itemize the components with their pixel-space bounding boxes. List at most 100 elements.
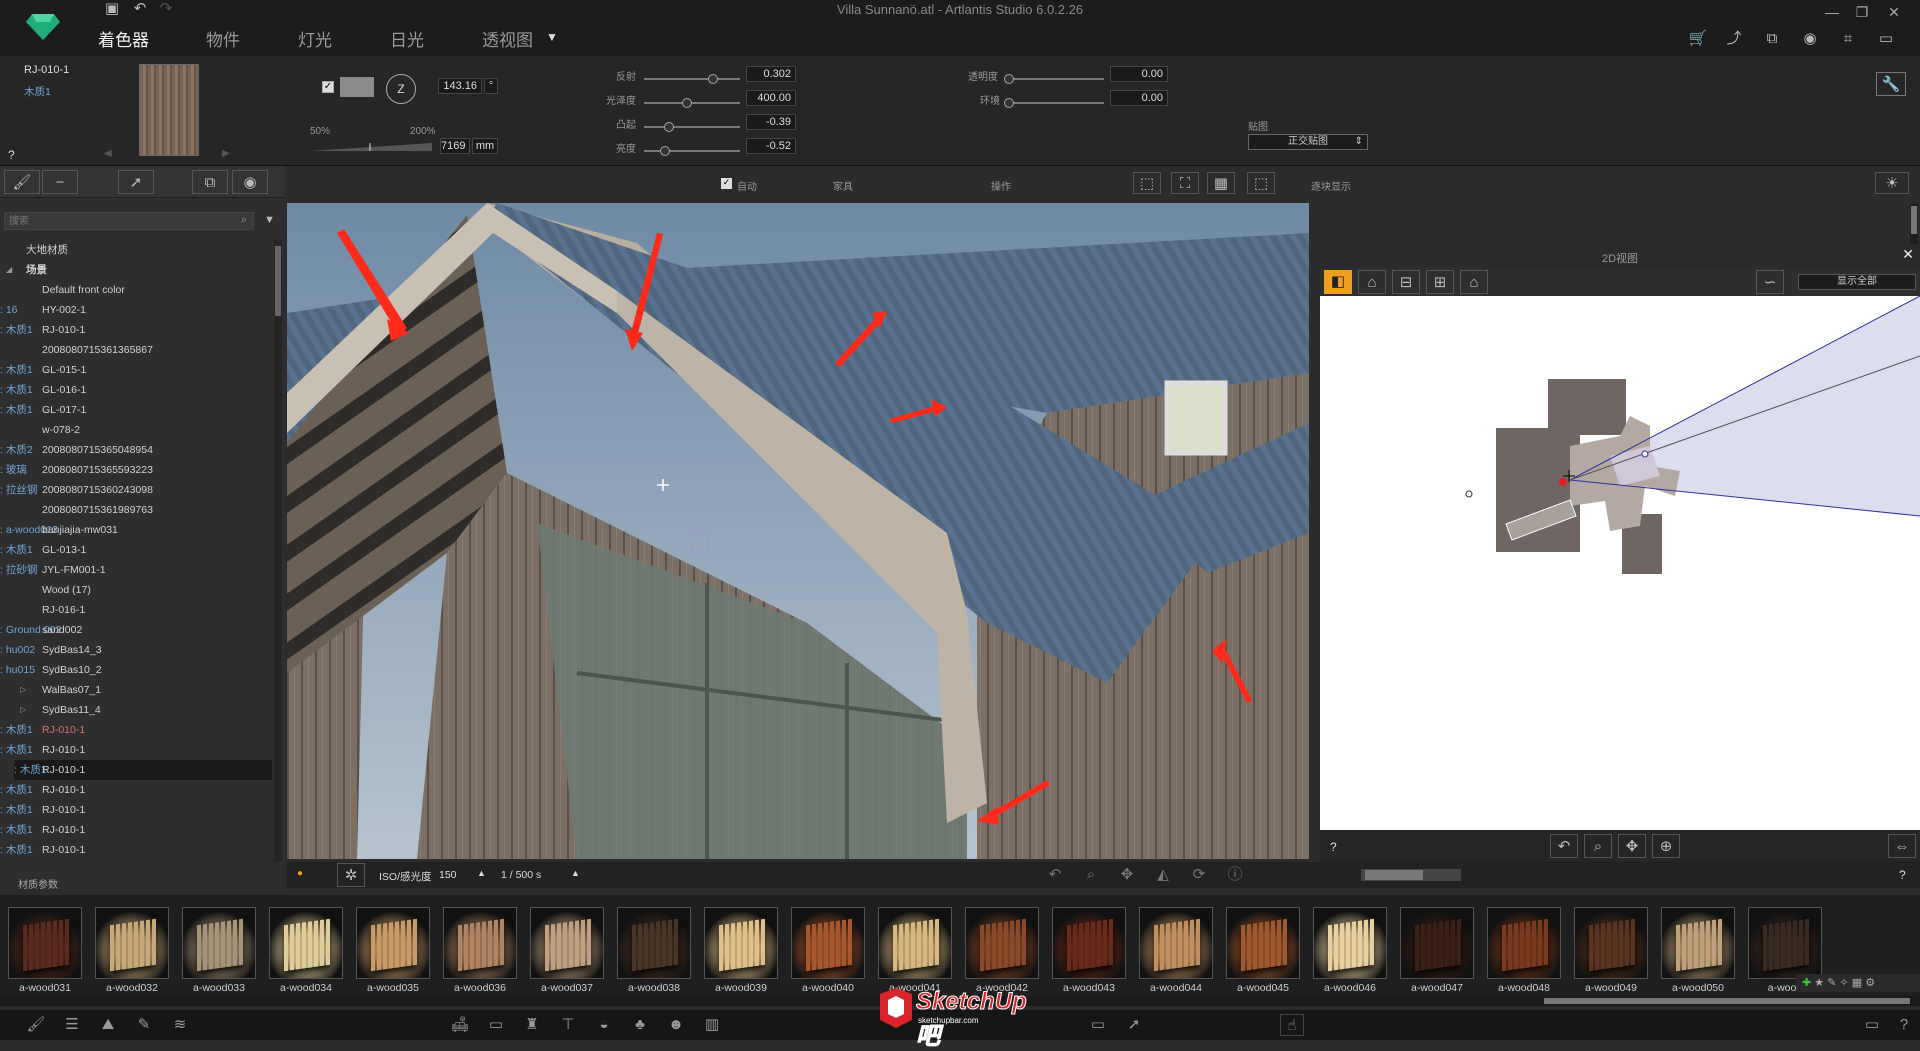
table-icon[interactable]: ⊤ <box>556 1014 580 1036</box>
tab-objects[interactable]: 物件 <box>206 26 240 51</box>
next-texture-icon[interactable]: ▶ <box>222 148 230 159</box>
settings-icon[interactable]: ⚙ <box>1865 977 1875 989</box>
top-view-icon[interactable]: ◧ <box>1324 270 1352 294</box>
filter-icon[interactable]: ▼ <box>264 214 275 226</box>
tree-item[interactable]: RJ-010-1 : 木质1 <box>0 820 272 840</box>
select-icon[interactable]: ➚ <box>118 170 154 194</box>
tree-item[interactable]: 大地材质 <box>0 240 272 260</box>
tree-item-material[interactable]: : 木质1 <box>0 784 33 796</box>
rotate-z-icon[interactable]: Z <box>386 74 416 104</box>
panel-2d-close-icon[interactable]: ✕ <box>1902 246 1914 263</box>
tree-item[interactable]: RJ-010-1 : 木质1 <box>0 840 272 860</box>
material-swatch[interactable] <box>95 907 169 979</box>
car-icon[interactable]: ◒ <box>592 1014 616 1036</box>
transparency-input[interactable]: 0.00 <box>1110 66 1168 82</box>
pan-icon[interactable]: ✥ <box>1618 834 1646 858</box>
cart-icon[interactable]: 🛒 <box>1684 27 1712 51</box>
nav-back-icon[interactable]: ↶ <box>1041 863 1069 887</box>
remove-icon[interactable]: − <box>42 170 78 194</box>
search-box[interactable]: ⌕ <box>4 212 254 230</box>
tree-item[interactable]: 2008080715361989763 <box>0 500 272 520</box>
brush-icon[interactable]: ✎ <box>1827 977 1836 989</box>
material-swatch[interactable] <box>356 907 430 979</box>
tree-item[interactable]: ◢ 场景 <box>0 260 272 280</box>
glossiness-input[interactable]: 400.00 <box>746 90 796 106</box>
building-icon[interactable]: ▥ <box>700 1014 724 1036</box>
hand-icon[interactable]: ☝ <box>1280 1014 1304 1036</box>
sync-icon[interactable]: ⇔ <box>1888 834 1916 858</box>
tree-item[interactable]: ▷ SydBas11_4 <box>0 700 272 720</box>
material-swatch[interactable] <box>791 907 865 979</box>
tab-perspectives[interactable]: 透视图 <box>482 26 533 51</box>
shutter-up-icon[interactable]: ▲ <box>571 868 580 878</box>
tree-item[interactable]: GL-016-1 : 木质1 <box>0 380 272 400</box>
right-view-icon[interactable]: ⊟ <box>1392 270 1420 294</box>
material-swatch[interactable] <box>8 907 82 979</box>
tree-item[interactable]: sand002 : Ground 002 <box>0 620 272 640</box>
tree-item[interactable]: SydBas14_3 : hu002 <box>0 640 272 660</box>
tree-item[interactable]: 2008080715365048954 : 木质2 <box>0 440 272 460</box>
frame-icon[interactable]: ⬚ <box>1133 172 1161 194</box>
expand-arrow-icon[interactable]: ▷ <box>20 700 26 720</box>
tree-item[interactable]: RJ-016-1 <box>0 600 272 620</box>
console-icon[interactable]: ▭ <box>1872 27 1900 51</box>
chevron-down-icon[interactable]: ▼ <box>546 30 558 44</box>
prev-texture-icon[interactable]: ◀ <box>104 148 112 159</box>
tree-item[interactable]: GL-013-1 : 木质1 <box>0 540 272 560</box>
bottom-help[interactable]: ? <box>1892 1014 1916 1036</box>
mapping-select[interactable]: 正交贴图 ⇕ <box>1248 134 1368 150</box>
region-icon[interactable]: ▦ <box>1207 172 1235 194</box>
expand-arrow-icon[interactable]: ◢ <box>6 260 12 280</box>
material-swatch[interactable] <box>1574 907 1648 979</box>
nav-pan-icon[interactable]: ✥ <box>1113 863 1141 887</box>
tree-item[interactable]: 2008080715361365867 <box>0 340 272 360</box>
redo-icon[interactable]: ↷ <box>152 0 180 18</box>
multi-view-icon[interactable]: ⧉ <box>1758 27 1786 51</box>
layers-icon[interactable]: ☰ <box>60 1014 84 1036</box>
right-mini-scrollbar[interactable] <box>1910 204 1918 244</box>
curve-icon[interactable]: ∽ <box>1756 270 1784 294</box>
material-swatch[interactable] <box>269 907 343 979</box>
material-swatch[interactable] <box>1487 907 1561 979</box>
material-swatch[interactable] <box>1052 907 1126 979</box>
tree-scrollbar[interactable] <box>274 240 282 862</box>
reflection-input[interactable]: 0.302 <box>746 66 796 82</box>
add-shader-icon[interactable]: 🖌 <box>4 170 40 194</box>
tree-item-material[interactable]: : 木质1 <box>0 844 33 856</box>
glossiness-slider[interactable] <box>644 98 740 108</box>
tree-item-material[interactable]: : 拉砂钢 <box>0 564 37 576</box>
material-swatch[interactable] <box>1139 907 1213 979</box>
tree-item[interactable]: banjiajia-mw031 : a-wood013 <box>0 520 272 540</box>
layer-label[interactable]: 家具 <box>797 178 853 193</box>
screen-icon[interactable]: ▭ <box>484 1014 508 1036</box>
eye-icon[interactable]: ◉ <box>232 170 268 194</box>
zoom-slider[interactable] <box>1361 869 1461 881</box>
reflection-slider[interactable] <box>644 74 740 84</box>
material-swatch[interactable] <box>1313 907 1387 979</box>
material-swatch[interactable] <box>1661 907 1735 979</box>
tree-item[interactable]: RJ-010-1 : 木质1 <box>0 320 272 340</box>
render-region-icon[interactable]: ⬚ <box>1247 172 1275 194</box>
tree-item[interactable]: Wood (17) <box>0 580 272 600</box>
tree-item[interactable]: RJ-010-1 : 木质1 <box>14 760 272 780</box>
material-swatch[interactable] <box>704 907 778 979</box>
crop-icon[interactable]: ⌗ <box>1834 27 1862 51</box>
tab-shaders[interactable]: 着色器 <box>98 26 149 51</box>
tree-item-material[interactable]: : 木质1 <box>0 384 33 396</box>
auto-checkbox[interactable]: ✓ <box>721 178 732 189</box>
add-favorite-icon[interactable]: ✚ <box>1796 977 1811 989</box>
sofa-icon[interactable]: 🛋 <box>448 1014 472 1036</box>
operation-label[interactable]: 操作 <box>981 178 1011 193</box>
water-icon[interactable]: ≋ <box>168 1014 192 1036</box>
undo-view-icon[interactable]: ↶ <box>1550 834 1578 858</box>
tree-item[interactable]: GL-015-1 : 木质1 <box>0 360 272 380</box>
ambient-slider[interactable] <box>1004 98 1104 108</box>
window-icon[interactable]: ▭ <box>1860 1014 1884 1036</box>
display-all-select[interactable]: 显示全部 <box>1798 274 1916 290</box>
terrain-icon[interactable]: ⛰ <box>96 1014 120 1036</box>
star-icon[interactable]: ★ <box>1814 977 1824 989</box>
tree-item[interactable]: RJ-010-1 : 木质1 <box>0 800 272 820</box>
brightness-slider[interactable] <box>644 146 740 156</box>
wrench-icon[interactable]: 🔧 <box>1876 72 1906 96</box>
iso-value[interactable]: 150 <box>439 869 457 881</box>
